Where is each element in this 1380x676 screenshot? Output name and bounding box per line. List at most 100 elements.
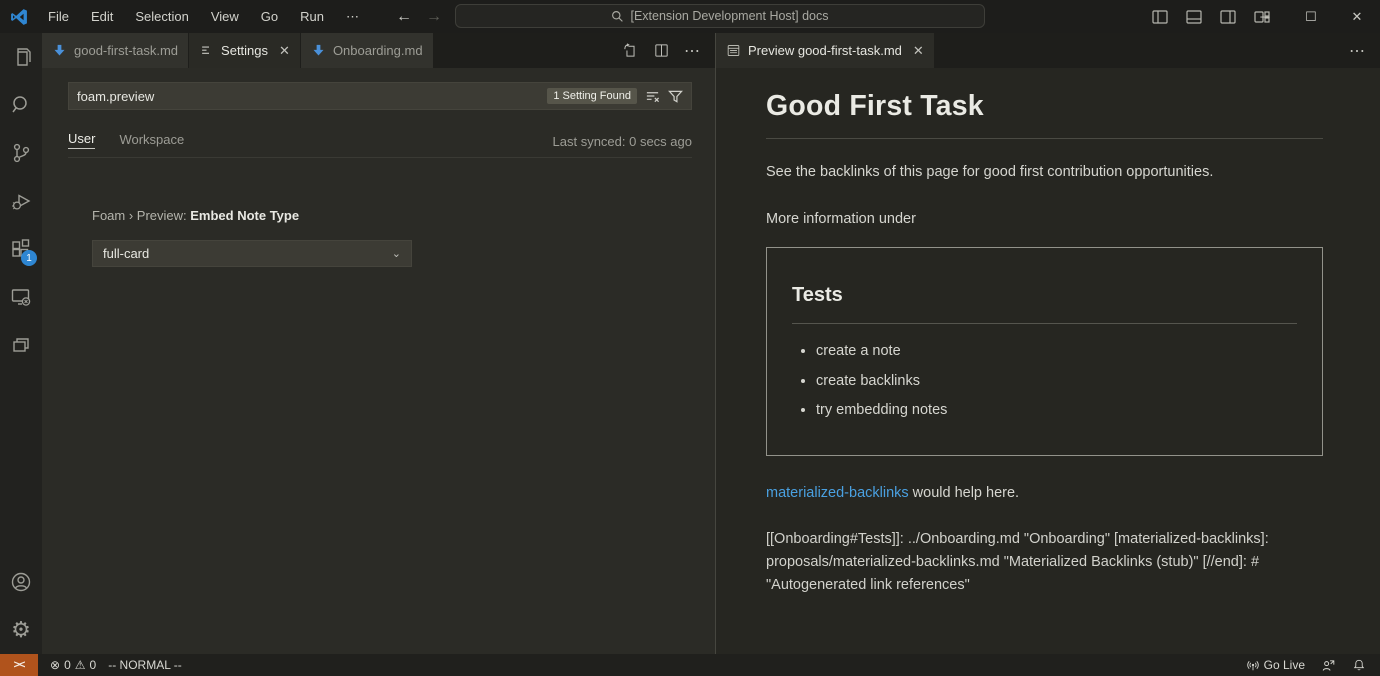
search-icon (611, 10, 624, 23)
embedded-note-title: Tests (792, 280, 1297, 324)
right-editor-group: Preview good-first-task.md ✕ ⋯ Good Firs… (716, 33, 1380, 654)
extensions-icon[interactable]: 1 (0, 225, 42, 273)
settings-count-badge: 1 Setting Found (547, 88, 637, 104)
last-synced-label: Last synced: 0 secs ago (553, 134, 692, 149)
menu-edit[interactable]: Edit (82, 6, 122, 27)
vim-mode-indicator[interactable]: -- NORMAL -- (108, 658, 182, 672)
scope-tab-workspace[interactable]: Workspace (119, 132, 184, 149)
vscode-logo-icon (9, 7, 29, 27)
source-control-icon[interactable] (0, 129, 42, 177)
select-value: full-card (103, 246, 149, 261)
settings-scope-tabs: User Workspace Last synced: 0 secs ago (68, 124, 692, 158)
preview-intro-paragraph: See the backlinks of this page for good … (766, 161, 1323, 183)
close-window-button[interactable]: ✕ (1334, 0, 1380, 33)
windows-stack-icon[interactable] (0, 321, 42, 369)
tab-settings[interactable]: Settings ✕ (189, 33, 301, 68)
menu-view[interactable]: View (202, 6, 248, 27)
chevron-down-icon: ⌄ (392, 247, 401, 260)
setting-title: Foam › Preview: Embed Note Type (92, 208, 412, 223)
menu-more[interactable]: ⋯ (337, 6, 368, 28)
embedded-note-card: Tests create a note create backlinks try… (766, 247, 1323, 455)
preview-more-info-paragraph: More information under (766, 208, 1323, 230)
search-sidebar-icon[interactable] (0, 81, 42, 129)
settings-search-box: 1 Setting Found (68, 82, 692, 110)
left-editor-group: good-first-task.md Settings ✕ Onboarding… (42, 33, 715, 654)
right-tab-bar: Preview good-first-task.md ✕ ⋯ (716, 33, 1380, 68)
preview-title: Good First Task (766, 84, 1323, 139)
preview-editor-actions: ⋯ (1349, 33, 1380, 68)
live-share-icon[interactable] (1321, 658, 1336, 673)
notifications-bell-icon[interactable] (1352, 658, 1366, 672)
go-live-label: Go Live (1264, 658, 1305, 672)
markdown-file-icon (52, 43, 67, 58)
setting-category: Foam › Preview: (92, 208, 190, 223)
command-center-label: [Extension Development Host] docs (630, 9, 828, 23)
broadcast-icon (1246, 658, 1260, 672)
filter-settings-icon[interactable] (668, 89, 683, 104)
more-actions-icon[interactable]: ⋯ (684, 41, 701, 61)
toggle-sidebar-icon[interactable] (1152, 9, 1168, 25)
go-live-button[interactable]: Go Live (1246, 658, 1305, 672)
warning-icon: ⚠ (75, 658, 86, 672)
markdown-preview-icon (726, 43, 741, 58)
card-list-item: create a note (816, 340, 1297, 362)
menubar: File Edit Selection View Go Run ⋯ (39, 6, 368, 28)
explorer-icon[interactable] (0, 33, 42, 81)
vim-mode-label: -- NORMAL -- (108, 658, 182, 672)
link-paragraph: materialized-backlinks would help here. (766, 482, 1323, 504)
activity-bar: 1 ⚙ (0, 33, 42, 654)
warning-count: 0 (90, 658, 97, 672)
materialized-backlinks-link[interactable]: materialized-backlinks (766, 485, 909, 501)
command-center-search[interactable]: [Extension Development Host] docs (455, 4, 985, 28)
settings-editor: 1 Setting Found User Workspace Last sync… (42, 68, 715, 654)
window-controls: ─ ☐ ✕ (1242, 0, 1380, 33)
remote-icon: >< (14, 659, 25, 671)
clear-settings-search-icon[interactable] (645, 89, 660, 104)
minimize-button[interactable]: ─ (1242, 0, 1288, 33)
card-list-item: create backlinks (816, 370, 1297, 392)
tab-preview-good-first-task[interactable]: Preview good-first-task.md ✕ (716, 33, 935, 68)
status-bar-right: Go Live (1246, 658, 1380, 673)
embed-note-type-select[interactable]: full-card ⌄ (92, 240, 412, 267)
settings-search-input[interactable] (69, 89, 547, 104)
close-tab-icon[interactable]: ✕ (913, 43, 924, 59)
toggle-secondary-sidebar-icon[interactable] (1220, 9, 1236, 25)
accounts-icon[interactable] (0, 558, 42, 606)
tab-good-first-task[interactable]: good-first-task.md (42, 33, 189, 68)
markdown-preview: Good First Task See the backlinks of thi… (716, 68, 1380, 654)
status-bar: >< ⊗ 0 ⚠ 0 -- NORMAL -- Go Live (0, 654, 1380, 676)
titlebar: File Edit Selection View Go Run ⋯ ← → [E… (0, 0, 1380, 33)
menu-run[interactable]: Run (291, 6, 333, 27)
embedded-note-list: create a note create backlinks try embed… (816, 340, 1297, 421)
error-icon: ⊗ (50, 658, 60, 672)
back-arrow-icon[interactable]: ← (396, 8, 412, 26)
split-editor-icon[interactable] (653, 42, 670, 59)
more-actions-icon[interactable]: ⋯ (1349, 41, 1366, 61)
menu-selection[interactable]: Selection (126, 6, 197, 27)
link-paragraph-rest: would help here. (909, 485, 1019, 501)
problems-indicator[interactable]: ⊗ 0 ⚠ 0 (50, 658, 96, 672)
run-debug-icon[interactable] (0, 177, 42, 225)
manage-gear-icon[interactable]: ⚙ (0, 606, 42, 654)
card-list-item: try embedding notes (816, 399, 1297, 421)
remote-indicator[interactable]: >< (0, 654, 38, 676)
setting-name: Embed Note Type (190, 208, 299, 223)
error-count: 0 (64, 658, 71, 672)
extensions-badge: 1 (21, 250, 37, 266)
maximize-button[interactable]: ☐ (1288, 0, 1334, 33)
remote-explorer-icon[interactable] (0, 273, 42, 321)
close-tab-icon[interactable]: ✕ (279, 43, 290, 59)
tab-onboarding[interactable]: Onboarding.md (301, 33, 434, 68)
menu-file[interactable]: File (39, 6, 78, 27)
open-settings-json-icon[interactable] (622, 42, 639, 59)
markdown-file-icon (311, 43, 326, 58)
left-tab-bar: good-first-task.md Settings ✕ Onboarding… (42, 33, 715, 68)
forward-arrow-icon[interactable]: → (426, 8, 442, 26)
menu-go[interactable]: Go (252, 6, 287, 27)
editor-actions: ⋯ (622, 33, 715, 68)
scope-tab-user[interactable]: User (68, 131, 95, 149)
toggle-panel-icon[interactable] (1186, 9, 1202, 25)
history-nav: ← → (396, 0, 442, 33)
link-references-paragraph: [[Onboarding#Tests]]: ../Onboarding.md "… (766, 528, 1323, 597)
setting-embed-note-type: Foam › Preview: Embed Note Type full-car… (92, 208, 412, 267)
